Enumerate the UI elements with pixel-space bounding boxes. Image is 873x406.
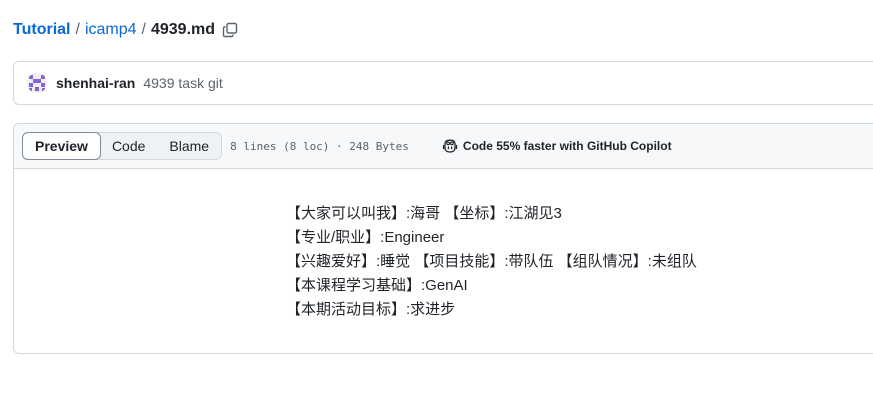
copy-path-button[interactable] bbox=[221, 21, 239, 39]
file-viewer: Preview Code Blame 8 lines (8 loc) · 248… bbox=[13, 123, 873, 354]
breadcrumb-separator: / bbox=[75, 21, 80, 38]
copilot-promo-text: Code 55% faster with GitHub Copilot bbox=[462, 139, 672, 153]
tab-code[interactable]: Code bbox=[100, 133, 157, 159]
view-mode-toggle: Preview Code Blame bbox=[22, 132, 223, 160]
tab-blame[interactable]: Blame bbox=[157, 133, 221, 159]
identicon-avatar bbox=[27, 73, 47, 93]
tab-preview[interactable]: Preview bbox=[22, 132, 101, 160]
markdown-preview: 【大家可以叫我】:海哥 【坐标】:江湖见3 【专业/职业】:Engineer 【… bbox=[14, 169, 873, 322]
breadcrumb: Tutorial / icamp4 / 4939.md bbox=[13, 19, 239, 41]
breadcrumb-repo-link[interactable]: Tutorial bbox=[13, 19, 70, 41]
markdown-line: 【专业/职业】:Engineer bbox=[286, 229, 445, 246]
file-header: Preview Code Blame 8 lines (8 loc) · 248… bbox=[14, 124, 873, 169]
markdown-line: 【本课程学习基础】:GenAI bbox=[286, 277, 468, 294]
markdown-line: 【大家可以叫我】:海哥 【坐标】:江湖见3 bbox=[286, 205, 562, 222]
breadcrumb-separator: / bbox=[141, 21, 146, 38]
copilot-icon bbox=[442, 139, 458, 153]
latest-commit-box: shenhai-ran 4939 task git bbox=[13, 61, 873, 105]
file-size-info: 8 lines (8 loc) · 248 Bytes bbox=[230, 139, 409, 153]
copy-icon bbox=[222, 22, 238, 38]
markdown-line: 【兴趣爱好】:睡觉 【项目技能】:带队伍 【组队情况】:未组队 bbox=[286, 253, 697, 270]
copilot-icon-wrap bbox=[442, 138, 458, 154]
commit-author[interactable]: shenhai-ran bbox=[56, 75, 135, 91]
breadcrumb-current-file: 4939.md bbox=[150, 21, 216, 38]
author-avatar[interactable] bbox=[27, 73, 47, 93]
commit-message[interactable]: 4939 task git bbox=[143, 75, 222, 91]
copilot-promo-link[interactable]: Code 55% faster with GitHub Copilot bbox=[442, 138, 672, 154]
breadcrumb-folder-link[interactable]: icamp4 bbox=[85, 19, 137, 41]
markdown-line: 【本期活动目标】:求进步 bbox=[286, 301, 456, 318]
